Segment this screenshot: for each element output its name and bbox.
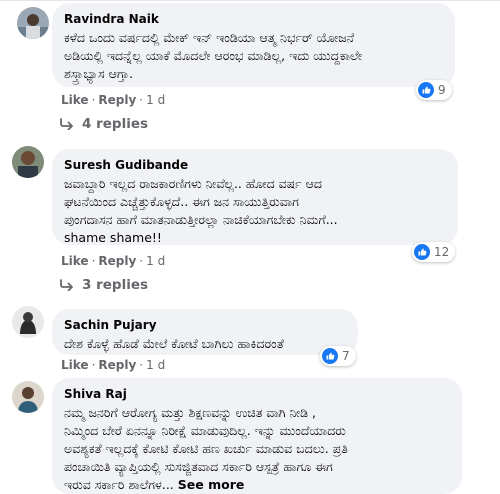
comment-author[interactable]: Sachin Pujary: [64, 317, 346, 333]
comment-author[interactable]: Ravindra Naik: [64, 11, 443, 27]
like-button[interactable]: Like: [61, 358, 89, 372]
reaction-count[interactable]: 9: [416, 80, 452, 100]
comment-text: ನಮ್ಮ ಜನರಿಗೆ ಆರೋಗ್ಯ ಮತ್ತು ಶಿಕ್ಷಣವನ್ನು ಉಚಿ…: [64, 404, 450, 494]
comment-bubble: Sachin Pujary ದೇಶ ಕೊಳ್ಳೆ ಹೊಡೆ ಮೇಲೆ ಕೋಟೆ …: [52, 309, 358, 355]
avatar[interactable]: [12, 381, 44, 413]
like-reaction-icon: [418, 82, 434, 98]
reaction-count[interactable]: 12: [412, 242, 456, 262]
reaction-number: 7: [342, 349, 350, 363]
like-button[interactable]: Like: [61, 93, 89, 107]
comment-actions: Like · Reply · 1 d: [61, 254, 166, 268]
view-replies-button[interactable]: 4 replies: [60, 115, 148, 133]
replies-count[interactable]: 4 replies: [82, 115, 148, 133]
comment-text: ಕಳೆದ ಒಂದು ವರ್ಷದಲ್ಲಿ ಮೇಕ್ ಇನ್ ಇಂಡಿಯಾ ಆತ್ಮ…: [64, 30, 363, 81]
comment-text: ಜವಾಬ್ದಾರಿ ಇಲ್ಲದ ರಾಜಕಾರಣಿಗಳು ನೀವೆಲ್ಲ.. ಹೋ…: [64, 176, 338, 245]
reply-button[interactable]: Reply: [98, 358, 136, 372]
comment-bubble: Ravindra Naik ಕಳೆದ ಒಂದು ವರ್ಷದಲ್ಲಿ ಮೇಕ್ ಇ…: [52, 3, 455, 87]
reply-arrow-icon: [60, 279, 73, 291]
comment-actions: Like · Reply · 1 d: [61, 93, 166, 107]
reply-button[interactable]: Reply: [98, 93, 136, 107]
comment-text: ದೇಶ ಕೊಳ್ಳೆ ಹೊಡೆ ಮೇಲೆ ಕೋಟೆ ಬಾಗಿಲು ಹಾಕಿದರಂ…: [64, 336, 284, 351]
reaction-number: 9: [438, 83, 446, 97]
comment-time[interactable]: 1 d: [146, 358, 165, 372]
comment-bubble: Suresh Gudibande ಜವಾಬ್ದಾರಿ ಇಲ್ಲದ ರಾಜಕಾರಣ…: [52, 149, 458, 245]
reaction-count[interactable]: 7: [320, 346, 356, 366]
reaction-number: 12: [434, 245, 450, 259]
replies-count[interactable]: 3 replies: [82, 276, 148, 294]
like-reaction-icon: [322, 348, 338, 364]
view-replies-button[interactable]: 3 replies: [60, 276, 148, 294]
comment-time[interactable]: 1 d: [146, 93, 165, 107]
reply-arrow-icon: [60, 118, 73, 130]
comment-bubble: Shiva Raj ನಮ್ಮ ಜನರಿಗೆ ಆರೋಗ್ಯ ಮತ್ತು ಶಿಕ್ಷ…: [52, 378, 462, 494]
avatar[interactable]: [17, 7, 49, 39]
like-button[interactable]: Like: [61, 254, 89, 268]
avatar[interactable]: [12, 146, 44, 178]
see-more-link[interactable]: See more: [178, 477, 245, 492]
comment-actions: Like · Reply · 1 d: [61, 358, 166, 372]
top-divider: [0, 0, 500, 1]
comment-author[interactable]: Suresh Gudibande: [64, 157, 446, 173]
like-reaction-icon: [414, 244, 430, 260]
comment-author[interactable]: Shiva Raj: [64, 386, 450, 402]
comment-time[interactable]: 1 d: [146, 254, 165, 268]
reply-button[interactable]: Reply: [98, 254, 136, 268]
avatar[interactable]: [12, 306, 44, 338]
